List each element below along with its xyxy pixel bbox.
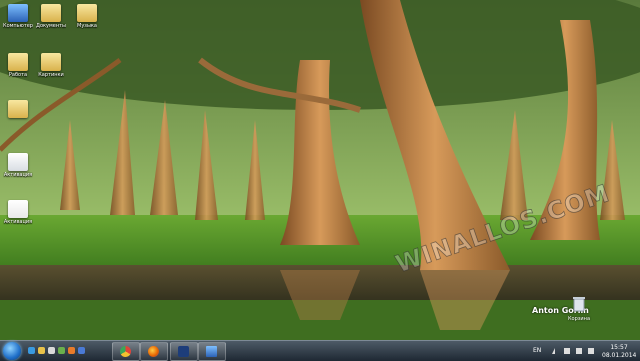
desktop-icon-folder[interactable] (3, 100, 33, 119)
clock-date[interactable]: 08.01.2014 (602, 352, 636, 359)
desktop-icon-work[interactable]: Работа (3, 53, 33, 78)
taskbar-app-chrome[interactable] (112, 342, 140, 361)
pictures-folder-icon (41, 53, 61, 71)
desktop-icon-music[interactable]: Музыка (72, 4, 102, 29)
quick-launch-icon[interactable] (78, 347, 85, 354)
network-icon[interactable] (576, 348, 582, 354)
start-button[interactable] (3, 342, 21, 360)
desktop-icon-activation-2[interactable]: Активация (3, 200, 33, 225)
music-folder-icon (77, 4, 97, 22)
folder-icon (8, 100, 28, 118)
photoshop-icon (178, 346, 189, 357)
speaker-icon[interactable] (564, 348, 570, 354)
taskbar-app-firefox[interactable] (140, 342, 168, 361)
signal-icon[interactable] (588, 348, 594, 354)
taskbar: EN 15:57 08.01.2014 (0, 340, 640, 361)
quick-launch-icon[interactable] (28, 347, 35, 354)
firefox-icon (148, 346, 159, 357)
desktop: Компьютер Документы Музыка Работа Картин… (0, 0, 640, 340)
show-hidden-icons-icon[interactable] (552, 348, 555, 354)
quick-launch-icon[interactable] (58, 347, 65, 354)
chrome-icon (120, 346, 131, 357)
quick-launch-icon[interactable] (48, 347, 55, 354)
document-icon (8, 153, 28, 171)
display-icon (206, 346, 217, 357)
recycle-bin-icon (573, 297, 585, 312)
computer-icon (8, 4, 28, 22)
desktop-icon-computer[interactable]: Компьютер (3, 4, 33, 29)
clock-time[interactable]: 15:57 (602, 344, 636, 351)
taskbar-app-display[interactable] (198, 342, 226, 361)
desktop-icon-activation-1[interactable]: Активация (3, 153, 33, 178)
system-tray: EN 15:57 08.01.2014 (520, 341, 640, 361)
folder-icon (8, 53, 28, 71)
recycle-bin[interactable]: Корзина (566, 296, 592, 322)
wallpaper-image (0, 0, 640, 340)
desktop-icon-documents[interactable]: Документы (36, 4, 66, 29)
quick-launch-icon[interactable] (68, 347, 75, 354)
documents-folder-icon (41, 4, 61, 22)
quick-launch-icon[interactable] (38, 347, 45, 354)
taskbar-app-photoshop[interactable] (170, 342, 198, 361)
language-indicator[interactable]: EN (533, 347, 541, 354)
desktop-icon-pictures[interactable]: Картинки (36, 53, 66, 78)
text-file-icon (8, 200, 28, 218)
